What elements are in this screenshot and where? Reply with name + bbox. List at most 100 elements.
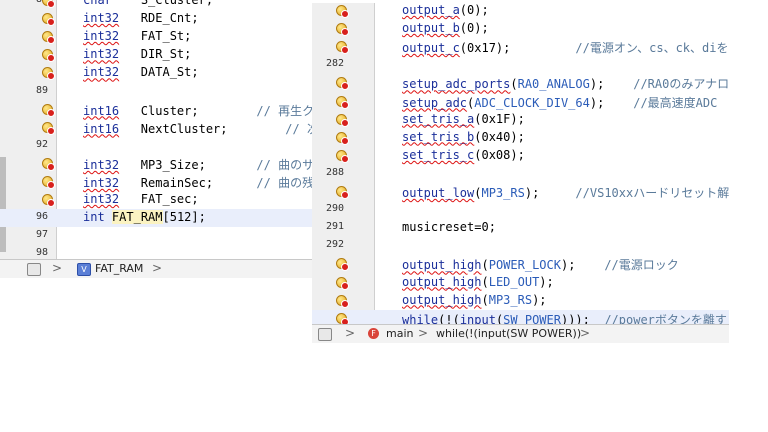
code-token: int32 — [83, 47, 120, 62]
code-text[interactable]: int16 NextCluster; // 次 — [83, 120, 312, 137]
code-token: [512]; — [162, 210, 206, 225]
chevron-right-icon: > — [152, 261, 163, 275]
breakpoint-marker-icon[interactable] — [336, 312, 349, 326]
breakpoint-marker-icon[interactable] — [42, 121, 55, 135]
code-line[interactable]: int32 RDE_Cnt; — [0, 10, 312, 28]
breakpoint-marker-icon[interactable] — [336, 41, 349, 55]
code-line[interactable]: int32 FAT_St; — [0, 28, 312, 46]
code-line[interactable]: int32 RemainSec; // 曲の残 — [0, 173, 312, 191]
code-line[interactable]: 89 — [0, 83, 312, 101]
file-outline-icon[interactable] — [318, 328, 332, 341]
code-line[interactable]: 288 — [312, 165, 729, 183]
code-text[interactable]: output_low(MP3_RS); //VS10xxハードリセット解 — [402, 184, 729, 201]
code-token: NextCluster; — [119, 121, 286, 136]
breakpoint-marker-icon[interactable] — [42, 49, 55, 63]
code-line[interactable]: 92 — [0, 137, 312, 155]
code-line[interactable]: int32 DATA_St; — [0, 64, 312, 82]
file-outline-icon[interactable] — [27, 263, 41, 276]
code-text[interactable]: set_tris_b(0x40); — [402, 130, 525, 144]
code-text[interactable]: output_high(LED_OUT); — [402, 275, 554, 289]
code-line[interactable]: 282 — [312, 56, 729, 74]
code-token: POWER_LOCK — [488, 258, 561, 273]
code-line[interactable]: output_high(POWER_LOCK); //電源ロック — [312, 255, 729, 273]
code-text[interactable]: output_c(0x17); //電源オン、cs、ck、diを — [402, 39, 728, 56]
code-text[interactable]: int FAT_RAM[512]; — [83, 210, 206, 225]
breakpoint-marker-icon[interactable] — [42, 103, 55, 117]
breakpoint-marker-icon[interactable] — [42, 194, 55, 208]
code-token: int32 — [83, 176, 120, 190]
breakpoint-marker-icon[interactable] — [336, 294, 349, 308]
chevron-right-icon: > — [345, 326, 356, 340]
code-line[interactable]: output_c(0x17); //電源オン、cs、ck、diを — [312, 38, 729, 56]
code-line[interactable]: output_b(0); — [312, 20, 729, 38]
breakpoint-marker-icon[interactable] — [336, 258, 349, 272]
code-text[interactable]: output_high(MP3_RS); — [402, 293, 547, 307]
breakpoint-marker-icon[interactable] — [336, 5, 349, 18]
breakpoint-marker-icon[interactable] — [42, 176, 55, 189]
breakpoint-marker-icon[interactable] — [42, 67, 55, 81]
breakpoint-marker-icon[interactable] — [336, 131, 349, 145]
code-text[interactable]: int32 RemainSec; // 曲の残 — [83, 174, 312, 191]
code-token: set_tris_c — [402, 147, 475, 162]
line-number: 288 — [326, 166, 345, 178]
breakpoint-marker-icon[interactable] — [336, 276, 349, 290]
code-line[interactable]: setup_adc(ADC_CLOCK_DIV_64); //最高速度ADC — [312, 93, 729, 111]
code-text[interactable]: int32 FAT_St; — [83, 29, 191, 43]
breakpoint-marker-icon[interactable] — [42, 13, 55, 27]
code-text[interactable]: musicreset=0; — [402, 220, 496, 234]
code-line[interactable]: 292 — [312, 237, 729, 255]
breakpoint-marker-icon[interactable] — [336, 186, 349, 199]
code-text[interactable]: set_tris_c(0x08); — [402, 148, 525, 162]
code-line[interactable]: output_low(MP3_RS); //VS10xxハードリセット解 — [312, 183, 729, 201]
code-text[interactable]: set_tris_a(0x1F); — [402, 112, 525, 126]
code-text[interactable]: output_a(0); — [402, 3, 489, 17]
code-text[interactable]: setup_adc(ADC_CLOCK_DIV_64); //最高速度ADC — [402, 94, 717, 111]
code-line[interactable]: setup_adc_ports(RA0_ANALOG); //RA0のみアナロ — [312, 74, 729, 92]
breakpoint-marker-icon[interactable] — [42, 157, 55, 171]
left-editor-pane[interactable]: 84char S_Cluster;int32 RDE_Cnt; int32 FAT… — [0, 0, 312, 278]
code-text[interactable]: setup_adc_ports(RA0_ANALOG); //RA0のみアナロ — [402, 75, 729, 92]
code-line[interactable]: int16 Cluster; // 再生ク — [0, 101, 312, 119]
code-line[interactable]: int32 DIR_St; — [0, 46, 312, 64]
code-text[interactable]: output_high(POWER_LOCK); //電源ロック — [402, 256, 679, 273]
breakpoint-marker-icon[interactable] — [336, 149, 349, 163]
breadcrumb-scope[interactable]: while(!(input(SW POWER)) — [436, 327, 581, 340]
code-line[interactable]: int16 NextCluster; // 次 — [0, 119, 312, 137]
code-line[interactable]: output_a(0); — [312, 3, 729, 20]
breakpoint-marker-icon[interactable] — [336, 113, 349, 127]
code-line[interactable]: output_high(MP3_RS); — [312, 292, 729, 310]
code-text[interactable]: int32 MP3_Size; // 曲のサ — [83, 156, 312, 173]
code-line[interactable]: int32 MP3_Size; // 曲のサ — [0, 155, 312, 173]
breadcrumb-variable[interactable]: FAT_RAM — [95, 262, 143, 275]
code-text[interactable]: int32 DATA_St; — [83, 65, 199, 79]
breakpoint-marker-icon[interactable] — [42, 31, 55, 45]
code-token: //RA0のみアナロ — [633, 77, 729, 92]
code-token: // 曲のサ — [256, 157, 312, 172]
breakpoint-marker-icon[interactable] — [42, 0, 55, 8]
code-text[interactable]: int16 Cluster; // 再生ク — [83, 102, 312, 119]
code-token: //電源ロック — [604, 258, 679, 273]
code-line[interactable]: 290 — [312, 201, 729, 219]
code-token: ( — [481, 258, 489, 273]
code-line[interactable]: 291 musicreset=0; — [312, 219, 729, 237]
code-token: RA0_ANALOG — [517, 77, 590, 92]
code-line[interactable]: 84char S_Cluster; — [0, 0, 312, 10]
breakpoint-marker-icon[interactable] — [336, 77, 349, 91]
code-line[interactable]: int32 FAT_sec; — [0, 191, 312, 209]
breakpoint-marker-icon[interactable] — [336, 95, 349, 109]
code-line[interactable]: 97 — [0, 227, 312, 245]
code-line[interactable]: set_tris_c(0x08); — [312, 147, 729, 165]
code-line[interactable]: set_tris_b(0x40); — [312, 129, 729, 147]
code-line[interactable]: output_high(LED_OUT); — [312, 274, 729, 292]
breakpoint-marker-icon[interactable] — [336, 23, 349, 37]
code-line[interactable]: set_tris_a(0x1F); — [312, 111, 729, 129]
code-text[interactable]: int32 FAT_sec; — [83, 192, 199, 206]
code-text[interactable]: int32 DIR_St; — [83, 47, 191, 61]
code-line[interactable]: 96 int FAT_RAM[512]; — [0, 209, 312, 228]
breadcrumb-function[interactable]: main — [386, 327, 413, 340]
code-text[interactable]: output_b(0); — [402, 21, 489, 35]
right-editor-pane[interactable]: output_a(0); output_b(0); output_c(0x17); … — [312, 3, 729, 343]
code-token: int32 — [83, 29, 120, 44]
code-text[interactable]: int32 RDE_Cnt; — [83, 11, 199, 25]
code-text[interactable]: char S_Cluster; — [83, 0, 213, 7]
